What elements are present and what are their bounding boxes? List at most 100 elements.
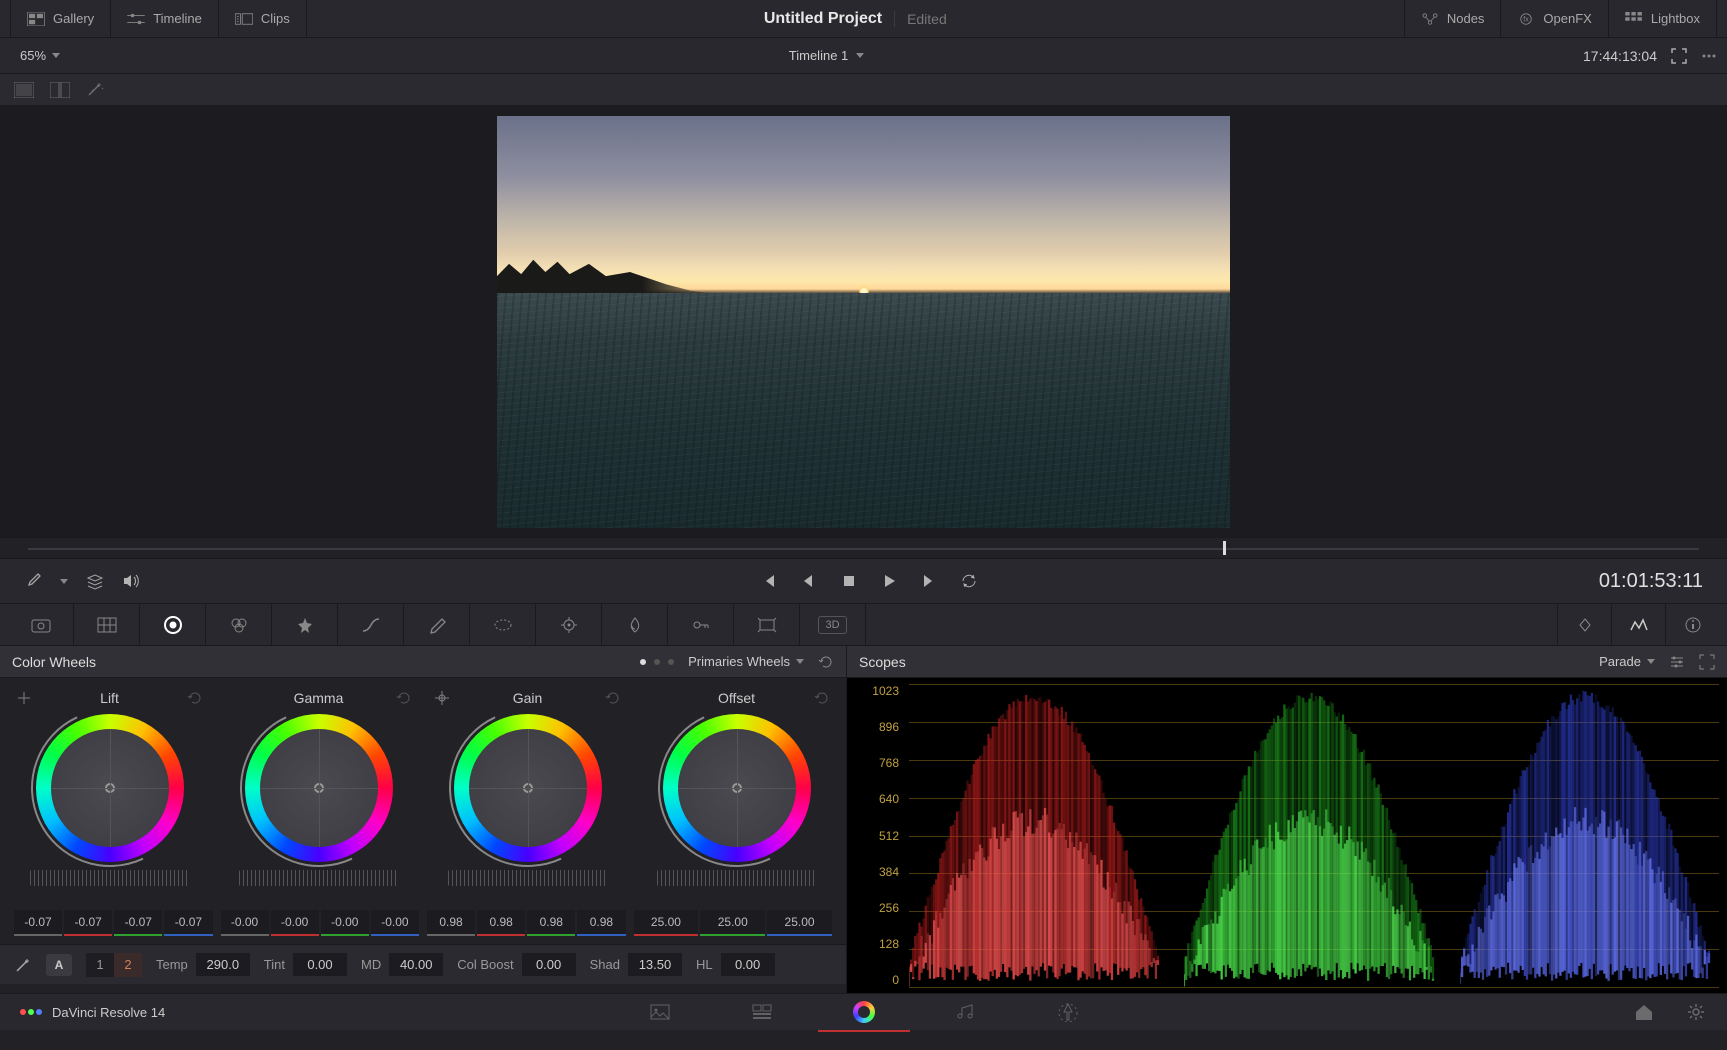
home-icon[interactable] bbox=[1633, 1002, 1655, 1022]
layout-dual-icon[interactable] bbox=[50, 82, 70, 98]
rgb-mixer-tool[interactable] bbox=[206, 604, 272, 646]
timeline-button[interactable]: Timeline bbox=[111, 0, 219, 38]
jog-wheel[interactable] bbox=[657, 870, 817, 886]
value-box[interactable]: 0.98 bbox=[577, 910, 625, 936]
window-tool[interactable] bbox=[470, 604, 536, 646]
jog-wheel[interactable] bbox=[239, 870, 399, 886]
viewer-canvas[interactable] bbox=[497, 116, 1230, 528]
lightbox-button[interactable]: Lightbox bbox=[1609, 0, 1717, 38]
layers-icon[interactable] bbox=[86, 572, 104, 590]
color-wheel[interactable] bbox=[36, 714, 184, 862]
curves-tool[interactable] bbox=[338, 604, 404, 646]
more-icon[interactable] bbox=[1701, 48, 1717, 64]
key-tool[interactable] bbox=[668, 604, 734, 646]
tracker-tool[interactable] bbox=[536, 604, 602, 646]
playhead[interactable] bbox=[1223, 541, 1226, 555]
auto-balance-icon[interactable] bbox=[14, 956, 32, 974]
stop-icon[interactable] bbox=[840, 572, 858, 590]
magic-wand-icon[interactable] bbox=[86, 82, 106, 98]
camera-raw-tool[interactable] bbox=[8, 604, 74, 646]
col-boost-value[interactable]: 0.00 bbox=[522, 953, 576, 976]
color-wheels-tool[interactable] bbox=[140, 604, 206, 646]
scopes-tool[interactable] bbox=[1611, 604, 1665, 646]
expand-icon[interactable] bbox=[1671, 48, 1687, 64]
value-box[interactable]: 25.00 bbox=[700, 910, 765, 936]
skip-forward-icon[interactable] bbox=[920, 572, 938, 590]
viewer bbox=[0, 106, 1727, 537]
chevron-down-icon[interactable] bbox=[60, 579, 68, 584]
stereo-3d-tool[interactable]: 3D bbox=[800, 604, 866, 646]
reset-icon[interactable] bbox=[187, 690, 203, 706]
reset-icon[interactable] bbox=[396, 690, 412, 706]
motion-effects-tool[interactable] bbox=[272, 604, 338, 646]
value-box[interactable]: 0.98 bbox=[527, 910, 575, 936]
color-wheel[interactable] bbox=[245, 714, 393, 862]
nodes-button[interactable]: Nodes bbox=[1404, 0, 1502, 38]
zoom-dropdown[interactable]: 65% bbox=[10, 48, 70, 63]
value-box[interactable]: -0.00 bbox=[271, 910, 319, 936]
value-box[interactable]: -0.00 bbox=[321, 910, 369, 936]
tint-value[interactable]: 0.00 bbox=[293, 953, 347, 976]
auto-button[interactable]: A bbox=[46, 954, 72, 976]
scopes-mode-dropdown[interactable]: Parade bbox=[1599, 654, 1655, 669]
reset-icon[interactable] bbox=[814, 690, 830, 706]
crosshair-icon[interactable] bbox=[643, 690, 659, 706]
keyframes-tool[interactable] bbox=[1557, 604, 1611, 646]
play-icon[interactable] bbox=[880, 572, 898, 590]
scopes-settings-icon[interactable] bbox=[1669, 654, 1685, 670]
jog-wheel[interactable] bbox=[30, 870, 190, 886]
edit-page-icon[interactable] bbox=[751, 1002, 773, 1022]
jog-wheel[interactable] bbox=[448, 870, 608, 886]
color-wheel[interactable] bbox=[663, 714, 811, 862]
speaker-icon[interactable] bbox=[122, 572, 140, 590]
value-box[interactable]: 25.00 bbox=[767, 910, 832, 936]
scopes-expand-icon[interactable] bbox=[1699, 654, 1715, 670]
value-box[interactable]: 0.98 bbox=[477, 910, 525, 936]
eyedropper-icon[interactable] bbox=[24, 572, 42, 590]
reset-all-icon[interactable] bbox=[818, 654, 834, 670]
blur-tool[interactable] bbox=[602, 604, 668, 646]
primaries-mode-dropdown[interactable]: Primaries Wheels bbox=[688, 654, 804, 669]
info-tool[interactable] bbox=[1665, 604, 1719, 646]
picker-icon[interactable] bbox=[225, 690, 241, 706]
settings-icon[interactable] bbox=[1685, 1002, 1707, 1022]
page-dots[interactable] bbox=[640, 659, 674, 665]
openfx-button[interactable]: fx OpenFX bbox=[1501, 0, 1608, 38]
reset-icon[interactable] bbox=[605, 690, 621, 706]
loop-icon[interactable] bbox=[960, 572, 978, 590]
color-wheel[interactable] bbox=[454, 714, 602, 862]
skip-back-icon[interactable] bbox=[760, 572, 778, 590]
value-box[interactable]: 25.00 bbox=[634, 910, 699, 936]
color-match-tool[interactable] bbox=[74, 604, 140, 646]
color-page-icon[interactable] bbox=[853, 1001, 875, 1023]
value-box[interactable]: -0.07 bbox=[14, 910, 62, 936]
value-box[interactable]: -0.07 bbox=[164, 910, 212, 936]
layout-single-icon[interactable] bbox=[14, 82, 34, 98]
temp-value[interactable]: 290.0 bbox=[196, 953, 250, 976]
scope-tick: 768 bbox=[847, 756, 905, 770]
hl-value[interactable]: 0.00 bbox=[721, 953, 775, 976]
value-box[interactable]: -0.00 bbox=[371, 910, 419, 936]
value-box[interactable]: -0.07 bbox=[64, 910, 112, 936]
value-box[interactable]: 0.98 bbox=[427, 910, 475, 936]
sizing-tool[interactable] bbox=[734, 604, 800, 646]
scrubber[interactable] bbox=[0, 537, 1727, 559]
media-page-icon[interactable] bbox=[649, 1002, 671, 1022]
gallery-button[interactable]: Gallery bbox=[10, 0, 111, 38]
value-box[interactable]: -0.00 bbox=[221, 910, 269, 936]
picker-icon[interactable] bbox=[16, 690, 32, 706]
md-value[interactable]: 40.00 bbox=[389, 953, 443, 976]
deliver-page-icon[interactable] bbox=[1057, 1002, 1079, 1022]
shad-value[interactable]: 13.50 bbox=[628, 953, 682, 976]
page-1-button[interactable]: 1 bbox=[86, 953, 114, 977]
step-back-icon[interactable] bbox=[800, 572, 818, 590]
clips-button[interactable]: Clips bbox=[219, 0, 307, 38]
page-2-button[interactable]: 2 bbox=[114, 953, 142, 977]
openfx-label: OpenFX bbox=[1543, 11, 1591, 26]
lightbox-label: Lightbox bbox=[1651, 11, 1700, 26]
qualifier-tool[interactable] bbox=[404, 604, 470, 646]
timeline-dropdown[interactable]: Timeline 1 bbox=[789, 48, 864, 63]
crosshair-icon[interactable] bbox=[434, 690, 450, 706]
fairlight-page-icon[interactable] bbox=[955, 1002, 977, 1022]
value-box[interactable]: -0.07 bbox=[114, 910, 162, 936]
